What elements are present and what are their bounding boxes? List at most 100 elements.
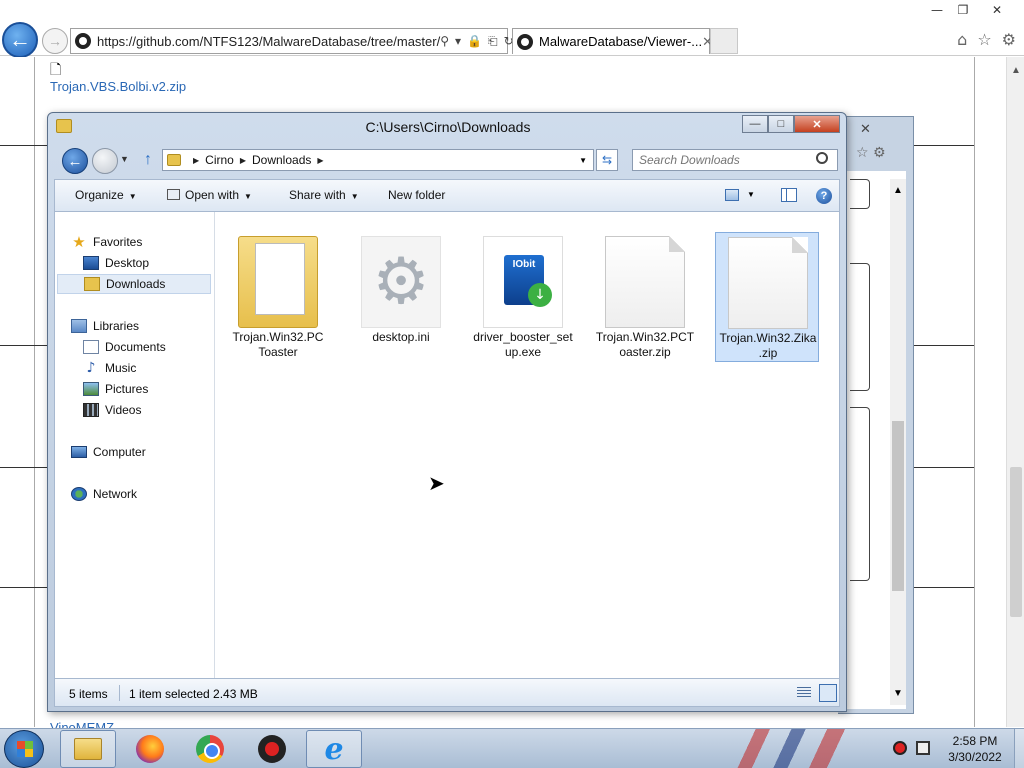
- breadcrumb[interactable]: ▶ Cirno ▶ Downloads ▶ ▼: [162, 149, 594, 171]
- breadcrumb-separator-icon[interactable]: ▶: [317, 156, 323, 165]
- help-icon[interactable]: ?: [816, 188, 832, 204]
- iobit-installer-icon: IObit ↓: [483, 236, 563, 328]
- nav-item-desktop[interactable]: Desktop: [83, 253, 149, 273]
- up-arrow-icon[interactable]: ↑: [144, 151, 152, 169]
- network-globe-icon: [71, 487, 87, 501]
- page-scrollbar[interactable]: ▲: [1006, 57, 1024, 727]
- tray-app-icon[interactable]: [893, 741, 907, 755]
- file-link[interactable]: Trojan.VBS.Bolbi.v2.zip: [50, 79, 186, 94]
- organize-button[interactable]: Organize ▼: [75, 188, 137, 202]
- forward-arrow-icon[interactable]: [92, 148, 118, 174]
- wallpaper-strip: [720, 729, 880, 768]
- nav-item-videos[interactable]: Videos: [83, 400, 141, 420]
- recent-pages-chevron-icon[interactable]: ▼: [120, 154, 129, 164]
- favorites-star-icon[interactable]: ☆: [977, 30, 991, 49]
- refresh-icon[interactable]: ⇆: [596, 149, 618, 171]
- forward-arrow-icon[interactable]: →: [42, 28, 68, 54]
- file-name: Trojan.Win32.PCToaster.zip: [595, 330, 695, 359]
- folder-icon: [167, 154, 181, 166]
- preview-pane-icon[interactable]: [781, 188, 797, 202]
- file-item[interactable]: Trojan.Win32.PCToaster.zip: [593, 232, 697, 362]
- network-tray-icon[interactable]: [916, 741, 930, 755]
- nav-item-label: Favorites: [93, 235, 143, 249]
- gear-settings-icon: ⚙: [361, 236, 441, 328]
- file-name: driver_booster_setup.exe: [473, 330, 573, 359]
- nav-item-label: Documents: [105, 340, 166, 354]
- chevron-down-icon[interactable]: ▼: [579, 156, 587, 165]
- nav-item-network[interactable]: Network: [71, 484, 137, 504]
- lock-icon[interactable]: 🔒: [467, 34, 482, 49]
- compatibility-view-icon[interactable]: ⎗: [488, 34, 498, 49]
- chevron-down-icon[interactable]: ▾: [455, 34, 461, 49]
- chevron-down-icon[interactable]: ▼: [747, 190, 755, 199]
- background-window-content: ▲ ▼: [840, 171, 906, 709]
- navigation-pane: ★ Favorites Desktop Downloads Libraries D…: [55, 212, 215, 678]
- nav-item-downloads[interactable]: Downloads: [57, 274, 211, 294]
- scrollbar-thumb[interactable]: [1010, 467, 1022, 617]
- breadcrumb-separator-icon[interactable]: ▶: [193, 156, 199, 165]
- item-count: 5 items: [69, 687, 108, 701]
- red-emblem-app-icon: [258, 735, 286, 763]
- file-list[interactable]: Trojan.Win32.PC Toaster ⚙ desktop.ini IO…: [216, 212, 839, 678]
- details-view-icon[interactable]: [797, 687, 811, 699]
- scroll-up-arrow-icon[interactable]: ▲: [1007, 65, 1024, 76]
- file-item[interactable]: IObit ↓ driver_booster_setup.exe: [471, 232, 575, 362]
- taskbar-app-button[interactable]: [244, 730, 300, 768]
- search-input[interactable]: [632, 149, 838, 171]
- home-icon[interactable]: ⌂: [957, 30, 967, 49]
- open-with-button[interactable]: Open with ▼: [167, 188, 252, 202]
- scroll-down-arrow-icon[interactable]: ▼: [890, 688, 906, 699]
- search-icon[interactable]: [816, 152, 828, 164]
- firefox-icon: [136, 735, 164, 763]
- back-arrow-icon[interactable]: ←: [2, 22, 38, 58]
- nav-item-documents[interactable]: Documents: [83, 337, 166, 357]
- address-bar[interactable]: https://github.com/NTFS123/MalwareDataba…: [70, 28, 514, 54]
- pictures-icon: [83, 382, 99, 396]
- scrollbar-thumb[interactable]: [892, 421, 904, 591]
- breadcrumb-item-downloads[interactable]: Downloads: [252, 153, 311, 167]
- new-folder-button[interactable]: New folder: [388, 188, 445, 202]
- url-text[interactable]: https://github.com/NTFS123/MalwareDataba…: [97, 34, 440, 49]
- taskbar-chrome-button[interactable]: [182, 730, 238, 768]
- taskbar-firefox-button[interactable]: [122, 730, 178, 768]
- maximize-button[interactable]: □: [768, 115, 794, 133]
- background-window[interactable]: ✕ ☆ ⚙ ▲ ▼: [838, 116, 914, 714]
- close-button[interactable]: ✕: [794, 115, 840, 133]
- browser-tab[interactable]: MalwareDatabase/Viewer-... ✕: [512, 28, 713, 54]
- nav-item-libraries[interactable]: Libraries: [71, 316, 139, 336]
- mouse-cursor-icon: ➤: [428, 471, 445, 495]
- nav-item-computer[interactable]: Computer: [71, 442, 146, 462]
- start-button[interactable]: [4, 730, 44, 768]
- large-icons-view-icon[interactable]: [819, 684, 837, 702]
- nav-item-pictures[interactable]: Pictures: [83, 379, 148, 399]
- breadcrumb-separator-icon[interactable]: ▶: [240, 156, 246, 165]
- back-arrow-icon[interactable]: ←: [62, 148, 88, 174]
- scroll-up-arrow-icon[interactable]: ▲: [890, 185, 906, 196]
- background-window-scrollbar[interactable]: ▲ ▼: [890, 179, 906, 705]
- explorer-window[interactable]: C:\Users\Cirno\Downloads — □ ✕ ← ▼ ↑ ▶ C…: [47, 112, 847, 712]
- breadcrumb-item-cirno[interactable]: Cirno: [205, 153, 234, 167]
- file-item[interactable]: Trojan.Win32.PC Toaster: [226, 232, 330, 362]
- browser-close-button[interactable]: ✕: [982, 0, 1012, 20]
- close-icon[interactable]: ✕: [860, 121, 871, 137]
- status-bar: 5 items 1 item selected 2.43 MB: [54, 679, 840, 707]
- new-tab-button[interactable]: [710, 28, 738, 54]
- gear-icon[interactable]: ⚙: [1002, 30, 1016, 49]
- share-with-button[interactable]: Share with ▼: [289, 188, 359, 202]
- nav-item-music[interactable]: ♪ Music: [83, 358, 137, 378]
- nav-item-favorites[interactable]: ★ Favorites: [71, 232, 142, 252]
- row-divider: [910, 145, 974, 146]
- taskbar-ie-button[interactable]: e: [306, 730, 362, 768]
- system-clock[interactable]: 2:58 PM 3/30/2022: [940, 733, 1010, 765]
- row-divider: [0, 345, 50, 346]
- folder-icon: [238, 236, 318, 328]
- file-item-selected[interactable]: Trojan.Win32.Zika.zip: [715, 232, 819, 362]
- file-item[interactable]: ⚙ desktop.ini: [349, 232, 453, 362]
- change-view-icon[interactable]: [725, 189, 739, 201]
- search-icon[interactable]: ⚲: [440, 34, 449, 49]
- taskbar-explorer-button[interactable]: [60, 730, 116, 768]
- explorer-body: ★ Favorites Desktop Downloads Libraries D…: [54, 211, 840, 679]
- show-desktop-button[interactable]: [1014, 729, 1024, 768]
- minimize-button[interactable]: —: [742, 115, 768, 133]
- browser-restore-button[interactable]: ❐: [948, 0, 978, 20]
